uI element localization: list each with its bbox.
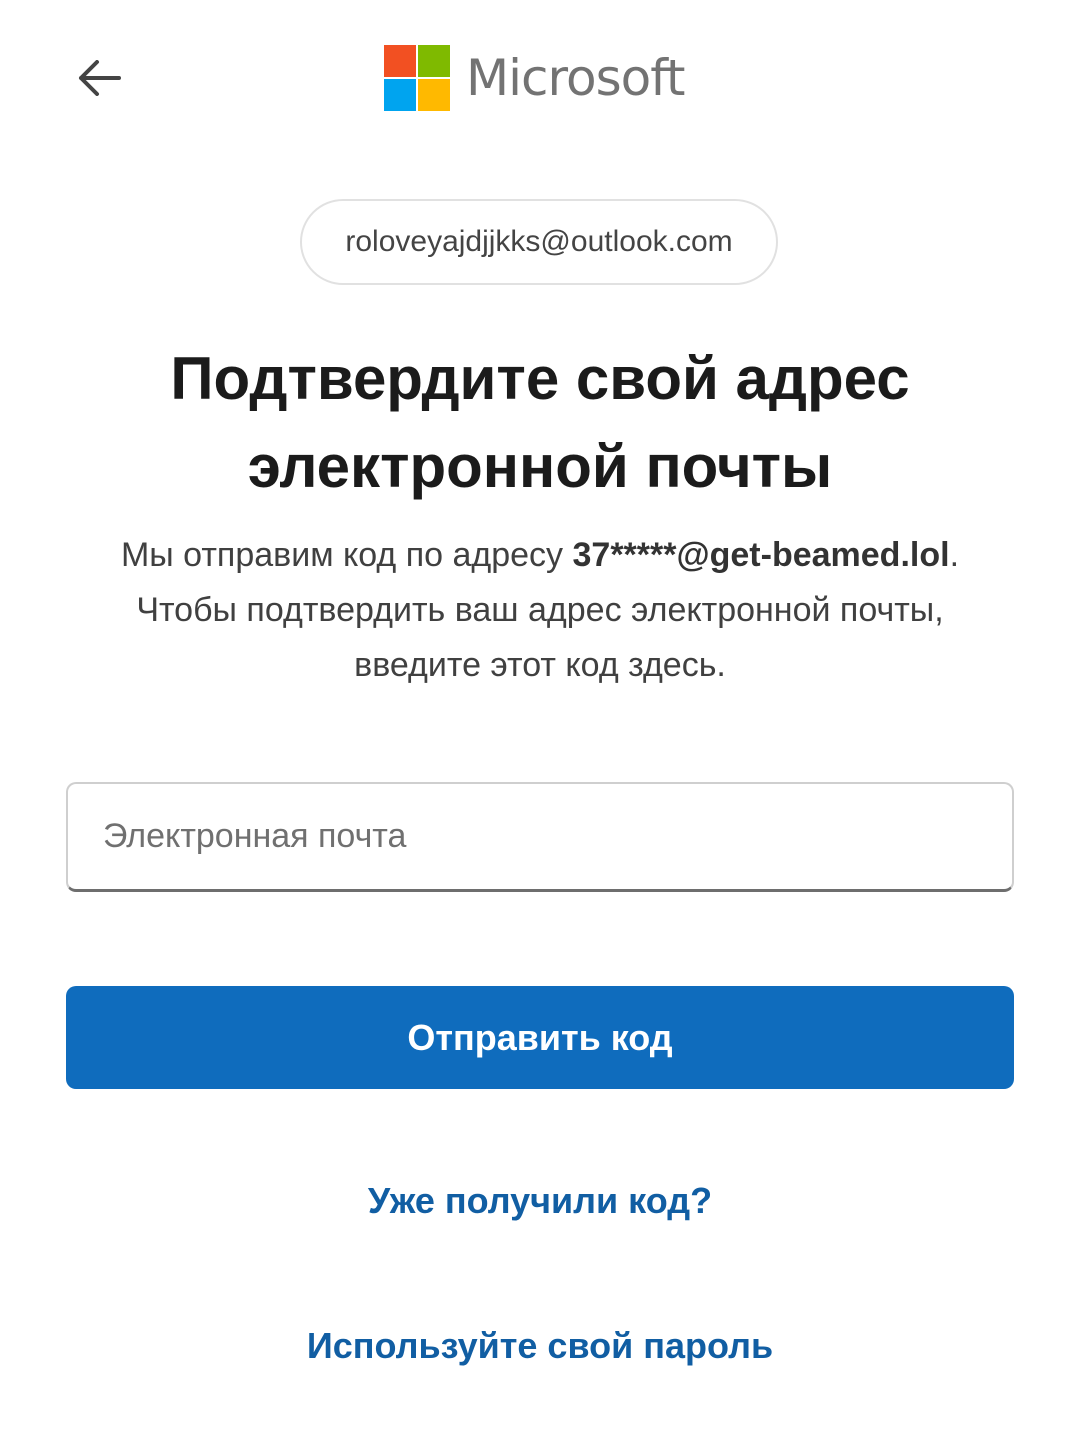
microsoft-logo-icon: [384, 45, 450, 111]
logo-text: Microsoft: [466, 49, 686, 107]
arrow-left-icon: [79, 60, 121, 96]
page-title-line1: Подтвердите свой адрес: [170, 345, 910, 412]
back-button[interactable]: [70, 52, 128, 104]
account-email-pill[interactable]: roloveyajdjjkks@outlook.com: [300, 199, 778, 285]
page-title-line2: электронной почты: [247, 433, 833, 500]
microsoft-logo: Microsoft: [384, 45, 686, 111]
masked-email: 37*****@get-beamed.lol: [572, 536, 950, 574]
send-code-button[interactable]: Отправить код: [66, 986, 1014, 1089]
use-password-link[interactable]: Используйте свой пароль: [0, 1325, 1080, 1367]
description: Мы отправим код по адресу 37*****@get-be…: [110, 528, 970, 693]
email-field[interactable]: [66, 782, 1014, 892]
page-title: Подтвердите свой адрес электронной почты: [60, 335, 1020, 511]
account-email: roloveyajdjjkks@outlook.com: [345, 225, 733, 258]
description-prefix: Мы отправим код по адресу: [120, 536, 573, 574]
already-have-code-link[interactable]: Уже получили код?: [0, 1180, 1080, 1222]
